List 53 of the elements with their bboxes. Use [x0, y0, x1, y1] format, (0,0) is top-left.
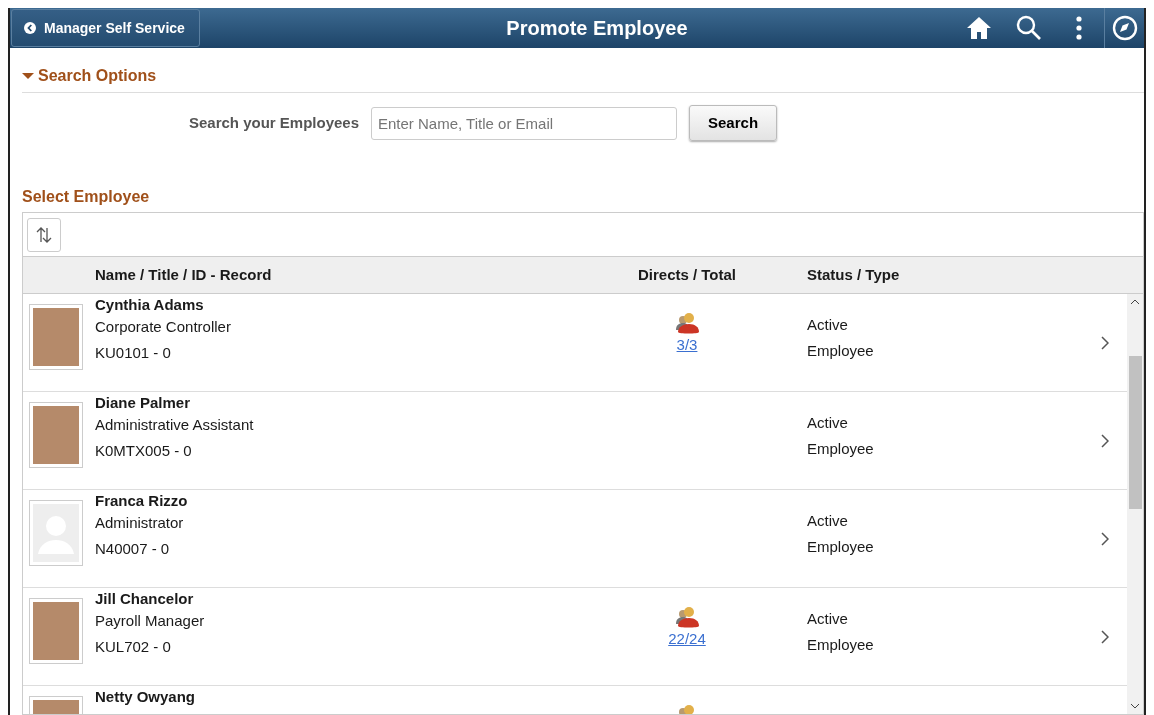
search-field[interactable]: Enter Name, Title or Email	[371, 106, 677, 140]
employee-title: Payroll Manager	[95, 611, 206, 631]
employee-id: KU0101 - 0	[95, 343, 172, 363]
scroll-down-icon[interactable]	[1130, 702, 1140, 710]
directs-count-link[interactable]: 22/24	[668, 628, 706, 651]
employee-id: KUL702 - 0	[95, 637, 172, 657]
people-icon	[675, 312, 699, 334]
employee-status: Active	[807, 315, 849, 335]
employee-id: N40007 - 0	[95, 539, 171, 559]
employee-type: Employee	[807, 439, 875, 459]
employee-type: Employee	[807, 537, 875, 557]
employee-name: Diane Palmer	[95, 393, 192, 412]
employee-title: Corporate Controller	[95, 317, 232, 337]
employee-name: Cynthia Adams	[95, 295, 205, 314]
chevron-right-icon[interactable]	[1101, 629, 1109, 644]
sort-button[interactable]	[27, 217, 61, 252]
employee-name: Jill Chancelor	[95, 589, 195, 608]
employee-title: Administrator	[95, 513, 185, 533]
chevron-right-icon[interactable]	[1101, 433, 1109, 448]
page-title: Promote Employee	[506, 16, 688, 41]
employee-type: Employee	[807, 341, 875, 361]
people-icon	[675, 606, 699, 628]
employee-title: Administrative Assistant	[95, 415, 255, 435]
employee-type: Employee	[807, 635, 875, 655]
back-arrow-icon	[24, 22, 36, 34]
compass-icon[interactable]	[1111, 15, 1138, 41]
employee-id: K0MTX005 - 0	[95, 441, 193, 461]
employee-status: Active	[807, 609, 849, 629]
chevron-right-icon[interactable]	[1101, 335, 1109, 350]
sort-icon	[35, 225, 53, 244]
search-icon[interactable]	[1016, 15, 1042, 41]
employee-name: Franca Rizzo	[95, 491, 189, 510]
scrollbar[interactable]	[1127, 294, 1143, 714]
column-header[interactable]: Status / Type	[807, 266, 900, 283]
photo-placeholder	[29, 304, 83, 370]
column-header[interactable]: Directs / Total	[637, 263, 737, 287]
employee-name: Netty Owyang	[95, 687, 197, 706]
collapse-triangle-icon[interactable]	[22, 71, 34, 81]
chevron-right-icon[interactable]	[1101, 531, 1109, 546]
section-title: Select Employee	[22, 187, 151, 207]
more-options-icon[interactable]	[1076, 16, 1082, 40]
employee-status: Active	[807, 413, 849, 433]
photo-placeholder	[29, 402, 83, 468]
back-button[interactable]: Manager Self Service	[11, 9, 200, 47]
section-title[interactable]: Search Options	[38, 64, 157, 88]
scroll-up-icon[interactable]	[1130, 298, 1140, 306]
home-icon[interactable]	[966, 16, 992, 40]
search-label: Search your Employees	[188, 112, 359, 133]
column-header[interactable]: Name / Title / ID - Record	[95, 265, 272, 283]
employee-status: Active	[807, 511, 849, 531]
photo-placeholder	[29, 598, 83, 664]
directs-count-link[interactable]: 3/3	[676, 334, 698, 357]
search-button[interactable]: Search	[689, 105, 778, 141]
